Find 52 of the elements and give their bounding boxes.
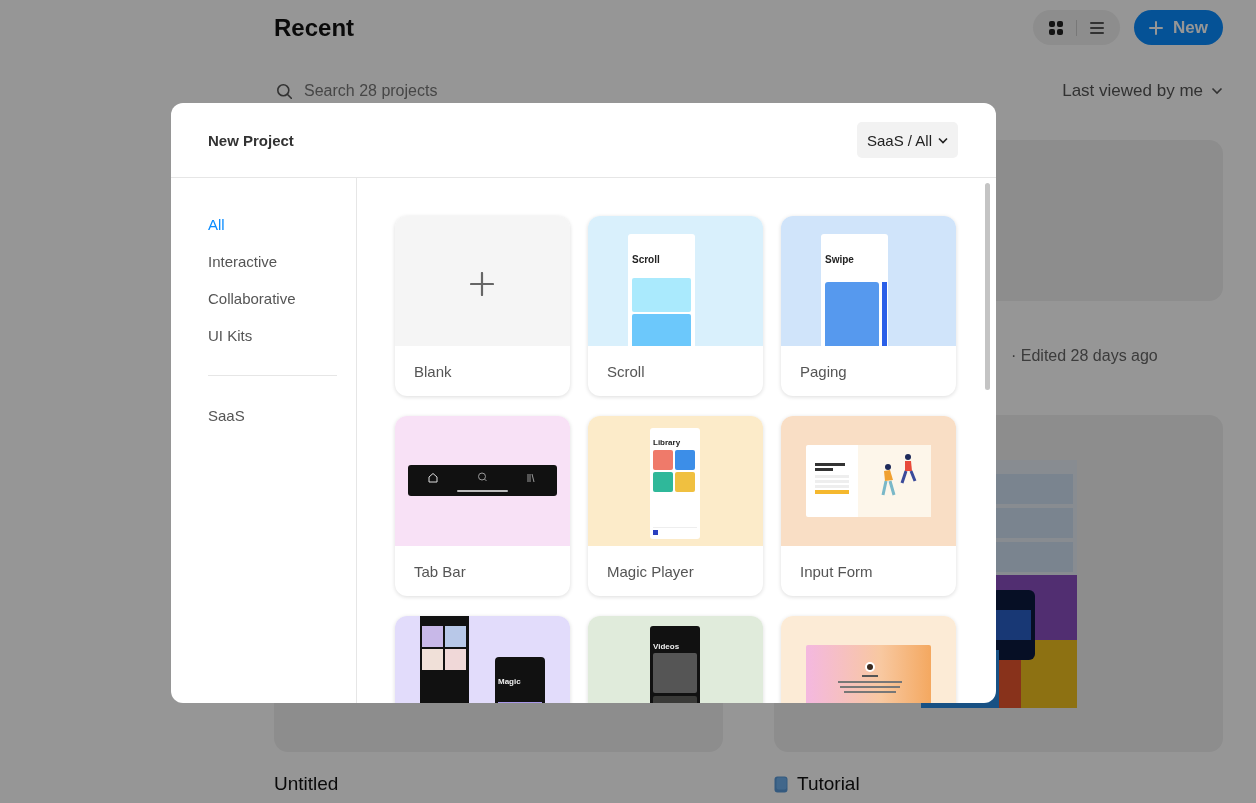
template-card[interactable]: Blank <box>395 216 570 396</box>
chevron-down-icon <box>938 136 948 144</box>
project-meta: · Edited 28 days ago <box>1011 347 1158 365</box>
category-item[interactable]: UI Kits <box>171 317 356 354</box>
plus-icon <box>1149 20 1164 35</box>
sort-dropdown[interactable]: Last viewed by me <box>1062 81 1223 101</box>
template-name: Tab Bar <box>414 562 466 580</box>
photo-tile <box>445 649 466 670</box>
search-icon <box>277 83 292 99</box>
album-tile <box>653 450 673 470</box>
project-title[interactable]: Tutorial <box>797 773 860 795</box>
preview-heading: Scroll <box>632 254 660 266</box>
grid-icon[interactable] <box>1048 19 1065 36</box>
photo-tile <box>422 626 443 647</box>
page-title: Recent <box>274 13 355 42</box>
template-card[interactable]: Swipe Paging <box>781 216 956 396</box>
category-item[interactable]: SaaS <box>171 397 356 434</box>
preview-heading: Magic <box>498 677 521 686</box>
filter-dropdown[interactable]: SaaS / All <box>856 122 958 158</box>
dialog-title: New Project <box>208 131 294 149</box>
category-item[interactable]: Collaborative <box>171 280 356 317</box>
template-name: Magic Player <box>607 562 694 580</box>
album-tile <box>653 472 673 492</box>
preview-heading: Library <box>653 438 681 447</box>
mini-player-bar <box>653 527 697 536</box>
template-card[interactable]: Tab Bar <box>395 416 570 596</box>
template-card[interactable]: Scroll Scroll <box>588 216 763 396</box>
chevron-down-icon <box>1211 87 1223 95</box>
template-name: Paging <box>800 362 847 380</box>
template-card[interactable]: Library Magic Player <box>588 416 763 596</box>
album-tile <box>675 450 695 470</box>
photo-tile <box>422 649 443 670</box>
content-block <box>632 314 691 346</box>
template-name: Scroll <box>607 362 645 380</box>
page-card <box>825 282 879 346</box>
list-icon[interactable] <box>1089 20 1106 35</box>
preview-heading: Swipe <box>825 254 854 266</box>
next-page-card <box>882 282 887 346</box>
video-thumbnail <box>653 653 697 693</box>
project-title[interactable]: Untitled <box>274 773 339 795</box>
template-name: Input Form <box>800 562 873 580</box>
plus-icon <box>470 272 494 296</box>
photo-tile <box>445 626 466 647</box>
content-block <box>632 278 691 312</box>
album-tile <box>675 472 695 492</box>
scrollbar-thumb[interactable] <box>985 183 990 390</box>
template-name: Blank <box>414 362 452 380</box>
book-icon <box>774 775 788 793</box>
search-field[interactable]: Search 28 projects <box>274 82 504 100</box>
template-card[interactable]: Input Form <box>781 416 956 596</box>
category-item[interactable]: Interactive <box>171 243 356 280</box>
preview-heading: Videos <box>653 642 680 651</box>
